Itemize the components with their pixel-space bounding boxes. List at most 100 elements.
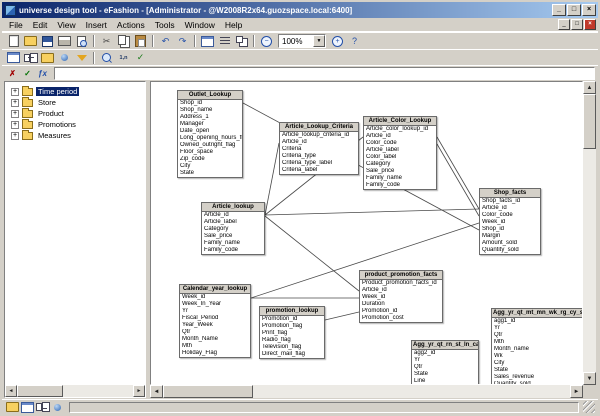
table-column[interactable]: Zip_code (178, 156, 242, 163)
insert-object-icon[interactable] (56, 50, 73, 65)
table-column[interactable]: Shop_facts_id (480, 198, 540, 205)
arrange-tables-icon[interactable] (233, 34, 250, 49)
table-column[interactable]: Yr (180, 308, 250, 315)
table-column[interactable]: Article_id (202, 212, 264, 219)
table-column[interactable]: Print_flag (260, 330, 324, 337)
table-column[interactable]: Floor_space (178, 149, 242, 156)
table-column[interactable]: Qtr (492, 332, 583, 339)
help-icon[interactable]: ? (346, 34, 363, 49)
table-column[interactable]: Holiday_Flag (180, 350, 250, 357)
table-column[interactable]: Family_name (202, 240, 264, 247)
table-column[interactable]: Article_label (202, 219, 264, 226)
detect-joins-icon[interactable] (98, 50, 115, 65)
maximize-button[interactable]: □ (567, 4, 581, 16)
cut-icon[interactable]: ✂ (98, 34, 115, 49)
table-column[interactable]: Month_Name (180, 336, 250, 343)
join-line[interactable] (325, 312, 359, 320)
sidebar-item-label[interactable]: Product (36, 109, 66, 118)
sidebar-item-store[interactable]: +Store (7, 97, 143, 108)
table-column[interactable]: State (412, 371, 478, 378)
schema-diagram[interactable]: Outlet_LookupShop_idShop_nameAddress_1Ma… (150, 81, 583, 385)
menu-file[interactable]: File (4, 19, 28, 31)
table-title[interactable]: Agg_yr_qt_mt_mn_wk_rg_cy_sn_sr_qt_ma (492, 309, 583, 318)
table-column[interactable]: Promotion_id (360, 308, 442, 315)
open-icon[interactable] (22, 34, 39, 49)
table-column[interactable]: Week_id (360, 294, 442, 301)
menu-insert[interactable]: Insert (81, 19, 112, 31)
table-column[interactable]: Family_code (202, 247, 264, 254)
table-column[interactable]: Yr (412, 357, 478, 364)
join-line[interactable] (265, 216, 359, 291)
table-column[interactable]: Article_label (364, 147, 436, 154)
table-column[interactable]: Category (202, 226, 264, 233)
table-column[interactable]: Week_id (180, 294, 250, 301)
zoom-value[interactable]: 100% (279, 37, 313, 46)
table-Shop_facts[interactable]: Shop_factsShop_facts_idArticle_idColor_c… (479, 188, 541, 255)
table-column[interactable]: Criteria_label (280, 167, 358, 174)
table-column[interactable]: Duration (360, 301, 442, 308)
list-mode-icon[interactable] (216, 34, 233, 49)
table-Article_lookup[interactable]: Article_lookupArticle_idArticle_labelCat… (201, 202, 265, 255)
table-column[interactable]: Wk (492, 353, 583, 360)
menu-view[interactable]: View (52, 19, 80, 31)
table-column[interactable]: Week_id (480, 219, 540, 226)
table-column[interactable]: agg2_id (412, 350, 478, 357)
table-Agg_yr_qt_rn_st_ln_ca_sr[interactable]: Agg_yr_qt_rn_st_ln_ca_sragg2_idYrQtrStat… (411, 340, 479, 385)
chevron-down-icon[interactable]: ▼ (313, 35, 325, 47)
table-title[interactable]: Agg_yr_qt_rn_st_ln_ca_sr (412, 341, 478, 350)
table-column[interactable]: Article_id (364, 133, 436, 140)
table-column[interactable]: Mth (180, 343, 250, 350)
table-title[interactable]: Article_Lookup_Criteria (280, 123, 358, 132)
classes-pane-icon[interactable] (5, 401, 20, 414)
scroll-left-icon[interactable]: ◄ (150, 385, 163, 398)
table-Article_Color_Lookup[interactable]: Article_Color_LookupArticle_color_lookup… (363, 116, 437, 190)
print-preview-icon[interactable] (73, 34, 90, 49)
table-browser-pane-icon[interactable] (20, 401, 35, 414)
paste-icon[interactable] (132, 34, 149, 49)
table-column[interactable]: Date_open (178, 128, 242, 135)
table-Article_Lookup_Criteria[interactable]: Article_Lookup_CriteriaArticle_lookup_cr… (279, 122, 359, 175)
sidebar-item-promotions[interactable]: + Promotions (7, 119, 143, 130)
table-column[interactable]: Television_flag (260, 344, 324, 351)
undo-icon[interactable]: ↶ (157, 34, 174, 49)
table-column[interactable]: Sales_revenue (492, 374, 583, 381)
expand-plus-icon[interactable]: + (11, 121, 19, 129)
table-Outlet_Lookup[interactable]: Outlet_LookupShop_idShop_nameAddress_1Ma… (177, 90, 243, 178)
join-line[interactable] (437, 144, 479, 216)
table-Agg_yr_qt_mt_mn_wk_rg_cy_sn_sr_qt_ma[interactable]: Agg_yr_qt_mt_mn_wk_rg_cy_sn_sr_qt_maagg1… (491, 308, 583, 385)
table-title[interactable]: Article_lookup (202, 203, 264, 212)
menu-help[interactable]: Help (220, 19, 247, 31)
scroll-left-icon[interactable]: ◄ (5, 385, 17, 397)
cancel-icon[interactable]: ✗ (5, 67, 20, 80)
table-column[interactable]: Promotion_flag (260, 323, 324, 330)
table-column[interactable]: State (178, 170, 242, 177)
table-column[interactable]: State (492, 367, 583, 374)
new-icon[interactable] (5, 34, 22, 49)
scrollbar-thumb[interactable] (17, 385, 63, 397)
validate-icon[interactable]: ✓ (20, 67, 35, 80)
insert-table-icon[interactable] (5, 50, 22, 65)
object-pane-icon[interactable] (50, 401, 65, 414)
copy-icon[interactable] (115, 34, 132, 49)
resize-grip[interactable] (583, 401, 595, 413)
table-column[interactable]: Article_id (480, 205, 540, 212)
minimize-button[interactable]: _ (552, 4, 566, 16)
join-line[interactable] (265, 209, 479, 215)
table-column[interactable]: Family_name (364, 175, 436, 182)
close-button[interactable]: × (582, 4, 596, 16)
scroll-up-icon[interactable]: ▲ (583, 81, 596, 94)
redo-icon[interactable]: ↷ (174, 34, 191, 49)
sidebar-item-label[interactable]: Promotions (36, 120, 78, 129)
table-column[interactable]: Long_opening_hours_flag (178, 135, 242, 142)
table-column[interactable]: Owned_outright_flag (178, 142, 242, 149)
table-column[interactable]: Color_label (364, 154, 436, 161)
table-column[interactable]: Article_id (360, 287, 442, 294)
table-column[interactable]: Criteria (280, 146, 358, 153)
insert-join-icon[interactable] (22, 50, 39, 65)
menu-window[interactable]: Window (180, 19, 220, 31)
table-column[interactable]: Manager (178, 121, 242, 128)
formula-input[interactable] (54, 67, 595, 80)
menu-tools[interactable]: Tools (150, 19, 180, 31)
table-column[interactable]: Month_name (492, 346, 583, 353)
mdi-restore-button[interactable]: □ (571, 19, 583, 30)
